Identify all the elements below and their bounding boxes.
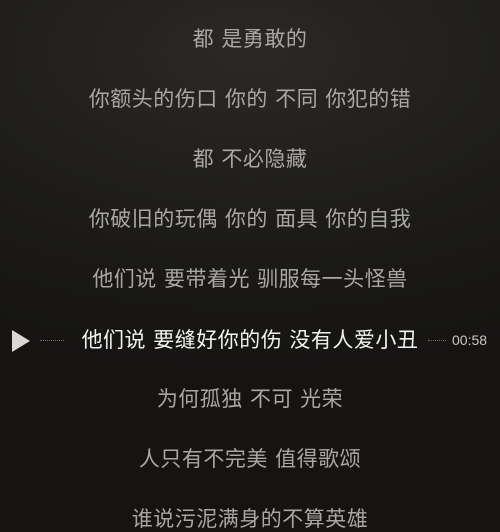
current-lyric-row: 他们说 要缝好你的伤 没有人爱小丑 00:58 [0,327,500,353]
lyric-line[interactable]: 都 是勇敢的 [0,26,500,52]
lyric-line[interactable]: 你破旧的玩偶 你的 面具 你的自我 [0,206,500,232]
lyric-line[interactable]: 为何孤独 不可 光荣 [0,386,500,412]
lyric-line[interactable]: 谁说污泥满身的不算英雄 [0,506,500,532]
lyric-line[interactable]: 你额头的伤口 你的 不同 你犯的错 [0,86,500,112]
seek-guide-right [428,340,446,341]
lyric-line[interactable]: 他们说 要带着光 驯服每一头怪兽 [0,266,500,292]
lyric-line[interactable]: 人只有不完美 值得歌颂 [0,446,500,472]
lyrics-panel: 都 是勇敢的 你额头的伤口 你的 不同 你犯的错 都 不必隐藏 你破旧的玩偶 你… [0,0,500,532]
line-timestamp: 00:58 [452,332,488,348]
lyric-line[interactable]: 都 不必隐藏 [0,146,500,172]
current-lyric-line[interactable]: 他们说 要缝好你的伤 没有人爱小丑 [0,327,500,353]
